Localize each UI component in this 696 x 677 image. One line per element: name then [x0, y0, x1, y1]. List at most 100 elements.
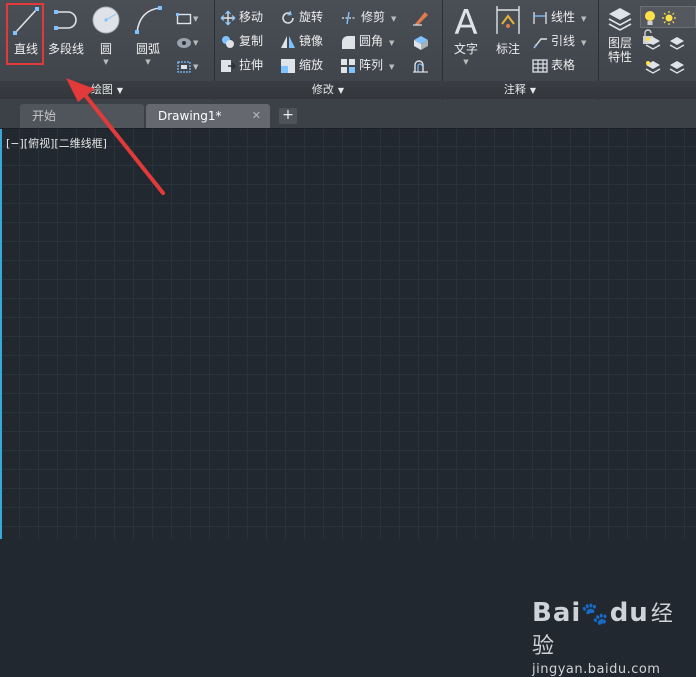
rotate-button[interactable]: 旋转 [280, 7, 323, 27]
arc-dropdown-icon[interactable]: ▼ [128, 58, 168, 66]
array-dropdown-icon[interactable]: ▼ [389, 63, 394, 71]
linear-label: 线性 [551, 10, 576, 24]
scale-button[interactable]: 缩放 [280, 55, 323, 75]
table-button[interactable]: 表格 [532, 55, 575, 75]
layer-properties-button[interactable]: 图层 特性 [602, 4, 638, 64]
chevron-down-icon: ▼ [337, 86, 345, 95]
baidu-logo: Bai🐾du经验 [532, 596, 682, 660]
linear-button[interactable]: 线性 ▼ [532, 7, 586, 27]
trim-dropdown-icon[interactable]: ▼ [391, 15, 396, 23]
line-highlight-box [6, 3, 44, 65]
new-tab-button[interactable]: + [279, 108, 297, 124]
table-label: 表格 [551, 58, 576, 72]
chevron-down-icon: ▼ [529, 86, 537, 95]
table-icon [532, 58, 548, 73]
tab-drawing1-label: Drawing1* [158, 109, 222, 123]
explode-icon [414, 35, 428, 50]
offset-icon [413, 59, 428, 73]
trim-icon [342, 11, 356, 24]
fillet-icon [342, 35, 355, 49]
text-label: 文字 [453, 42, 478, 56]
watermark-logo-tail: du [609, 598, 649, 628]
arc-button[interactable]: 圆弧 ▼ [128, 4, 168, 66]
rectangle-button[interactable]: ▼ [176, 8, 204, 28]
layer-match-icon [669, 36, 685, 50]
copy-label: 复制 [239, 34, 264, 48]
boundary-dropdown-icon[interactable]: ▼ [193, 63, 198, 71]
rectangle-icon [176, 12, 192, 24]
stretch-button[interactable]: 拉伸 [220, 55, 263, 75]
hatch-dropdown-icon[interactable]: ▼ [193, 39, 198, 47]
array-icon [341, 58, 355, 73]
arc-label: 圆弧 [135, 42, 160, 56]
polyline-icon [54, 10, 77, 30]
annotation-panel-title[interactable]: 注释 ▼ [442, 81, 598, 99]
hatch-button[interactable]: ▼ [176, 32, 204, 52]
boundary-button[interactable]: ▼ [176, 56, 204, 76]
circle-icon [92, 6, 120, 34]
text-button[interactable]: A 文字 ▼ [448, 4, 484, 66]
tab-drawing1[interactable]: Drawing1* ✕ [146, 104, 270, 128]
polyline-button[interactable]: 多段线 [46, 4, 86, 57]
rectangle-dropdown-icon[interactable]: ▼ [193, 15, 198, 23]
move-icon [220, 10, 236, 25]
drawing-viewport[interactable]: [−][俯视][二维线框] Bai🐾du经验 jingyan.baidu.com [0, 129, 696, 677]
leader-label: 引线 [551, 34, 576, 48]
erase-button[interactable] [412, 7, 440, 27]
viewport-controls-label[interactable]: [−][俯视][二维线框] [6, 135, 107, 151]
circle-dropdown-icon[interactable]: ▼ [89, 58, 123, 66]
linear-dropdown-icon[interactable]: ▼ [581, 15, 586, 23]
layer-tool-2[interactable] [668, 32, 696, 52]
text-icon: A [454, 4, 477, 38]
mirror-label: 镜像 [299, 34, 324, 48]
layer-properties-icon [608, 8, 632, 31]
layer-properties-label: 图层 特性 [607, 36, 632, 64]
stretch-label: 拉伸 [239, 58, 264, 72]
layer-dropdown[interactable] [640, 6, 696, 44]
dimension-button[interactable]: 标注 [490, 4, 526, 57]
explode-button[interactable] [412, 31, 440, 51]
tab-start[interactable]: 开始 [20, 104, 144, 128]
draw-panel-title[interactable]: 绘图 ▼ [0, 81, 214, 99]
file-tab-bar: 开始 Drawing1* ✕ + [0, 100, 696, 129]
sun-icon [662, 10, 677, 25]
copy-icon [222, 35, 234, 48]
layer-tool-4[interactable] [668, 56, 696, 76]
hatch-icon [177, 37, 191, 48]
layer-freeze-icon [669, 60, 685, 74]
circle-button[interactable]: 圆 ▼ [89, 4, 123, 66]
mirror-button[interactable]: 镜像 [280, 31, 323, 51]
ribbon: 直线 多段线 圆 ▼ 圆弧 ▼ ▼ ▼ ▼ 绘图 ▼ 移动 旋转 修剪 ▼ 复制… [0, 0, 696, 101]
svg-text:A: A [454, 4, 477, 38]
leader-dropdown-icon[interactable]: ▼ [581, 39, 586, 47]
modify-panel: 移动 旋转 修剪 ▼ 复制 镜像 圆角 ▼ 拉伸 缩放 阵列 ▼ 修改 ▼ [214, 0, 443, 100]
move-button[interactable]: 移动 [220, 7, 263, 27]
layers-panel-title [598, 81, 696, 99]
close-icon[interactable]: ✕ [252, 104, 261, 128]
text-dropdown-icon[interactable]: ▼ [448, 58, 484, 66]
fillet-button[interactable]: 圆角 ▼ [340, 31, 394, 51]
modify-panel-title[interactable]: 修改 ▼ [214, 81, 442, 99]
copy-button[interactable]: 复制 [220, 31, 263, 51]
annotation-panel: A 文字 ▼ 标注 线性 ▼ 引线 ▼ 表格 注释 ▼ [442, 0, 599, 100]
lightbulb-icon [645, 10, 655, 25]
offset-button[interactable] [412, 55, 440, 75]
boundary-icon [177, 60, 191, 73]
trim-label: 修剪 [361, 10, 386, 24]
watermark-url: jingyan.baidu.com [532, 662, 661, 677]
leader-button[interactable]: 引线 ▼ [532, 31, 586, 51]
rotate-icon [282, 10, 294, 24]
modify-panel-title-text: 修改 [311, 83, 334, 96]
dimension-label: 标注 [495, 42, 520, 56]
arc-icon [135, 6, 162, 34]
mirror-icon [281, 35, 295, 48]
rotate-label: 旋转 [299, 10, 324, 24]
viewport-left-edge [0, 129, 2, 539]
stretch-icon [221, 59, 236, 72]
draw-panel: 直线 多段线 圆 ▼ 圆弧 ▼ ▼ ▼ ▼ 绘图 ▼ [0, 0, 215, 100]
array-button[interactable]: 阵列 ▼ [340, 55, 394, 75]
trim-button[interactable]: 修剪 ▼ [340, 7, 396, 27]
fillet-dropdown-icon[interactable]: ▼ [389, 39, 394, 47]
leader-icon [533, 37, 547, 48]
scale-label: 缩放 [299, 58, 324, 72]
